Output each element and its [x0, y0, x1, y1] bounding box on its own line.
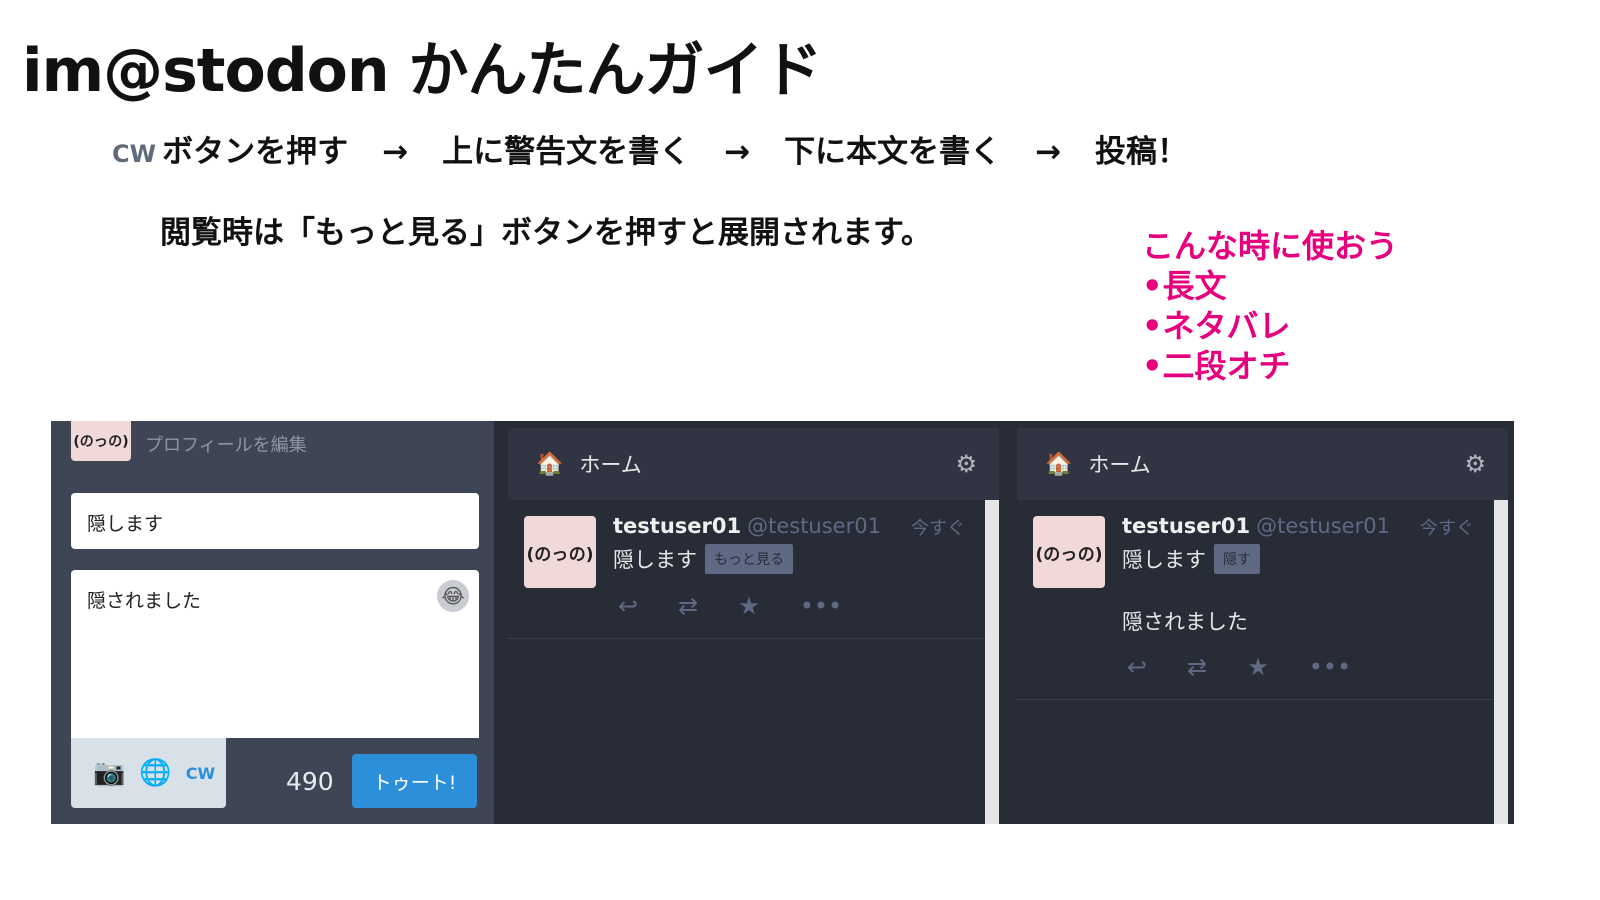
status-time[interactable]: 今すぐ [1420, 514, 1474, 540]
arrow-icon: → [382, 134, 409, 170]
display-name: testuser01 [613, 514, 742, 538]
home-icon: 🏠 [1045, 451, 1073, 477]
camera-icon[interactable]: 📷 [93, 758, 125, 788]
step-2: 上に警告文を書く [442, 134, 691, 170]
boost-icon[interactable]: ⇄ [1187, 653, 1207, 681]
status-actions: ↩ ⇄ ★ ••• [618, 592, 842, 620]
status: (のっの) testuser01 @testuser01 今すぐ 隠します 隠す … [1017, 500, 1508, 700]
home-column-expanded: 🏠 ホーム ⚙ (のっの) testuser01 @testuser01 今すぐ … [1017, 428, 1508, 824]
boost-icon[interactable]: ⇄ [678, 592, 698, 620]
reply-icon[interactable]: ↩ [618, 592, 638, 620]
cw-button[interactable]: CW [186, 764, 215, 783]
compose-drawer: (のっの) プロフィールを編集 隠します 隠されました 😂 📷 🌐 CW 490… [51, 421, 494, 824]
toot-button[interactable]: トゥート! [352, 754, 477, 808]
guide-steps: CW ボタンを押す → 上に警告文を書く → 下に本文を書く → 投稿！ [112, 126, 1188, 171]
guide-title: im@stodon かんたんガイド [22, 36, 822, 106]
more-icon[interactable]: ••• [1309, 653, 1351, 681]
mastodon-screenshot: (のっの) プロフィールを編集 隠します 隠されました 😂 📷 🌐 CW 490… [51, 421, 1514, 824]
status-author[interactable]: testuser01 @testuser01 [1122, 514, 1390, 538]
home-icon: 🏠 [536, 451, 564, 477]
show-more-button[interactable]: もっと見る [705, 544, 793, 574]
gear-icon[interactable]: ⚙ [955, 450, 977, 478]
step-4: 投稿！ [1095, 134, 1189, 170]
display-name: testuser01 [1122, 514, 1251, 538]
scrollbar[interactable] [985, 500, 999, 824]
step-3: 下に本文を書く [784, 134, 1002, 170]
column-title: ホーム [579, 453, 642, 477]
usecases-heading: こんな時に使おう [1142, 227, 1399, 265]
compose-text: 隠されました [87, 590, 202, 612]
edit-profile-link[interactable]: プロフィールを編集 [145, 431, 307, 457]
status-content: 隠されました [1122, 610, 1248, 634]
usecase-item: 二段オチ [1142, 346, 1398, 386]
account-handle: @testuser01 [1256, 514, 1390, 538]
column-title: ホーム [1088, 453, 1151, 477]
column-header[interactable]: 🏠 ホーム ⚙ [508, 428, 999, 500]
scrollbar[interactable] [1494, 500, 1508, 824]
favourite-icon[interactable]: ★ [738, 592, 760, 620]
compose-tools: 📷 🌐 CW [71, 738, 226, 808]
avatar[interactable]: (のっの) [71, 421, 131, 461]
expand-note: 閲覧時は「もっと見る」ボタンを押すと展開されます。 [160, 215, 932, 251]
column-header[interactable]: 🏠 ホーム ⚙ [1017, 428, 1508, 500]
gear-icon[interactable]: ⚙ [1464, 450, 1486, 478]
reply-icon[interactable]: ↩ [1127, 653, 1147, 681]
status: (のっの) testuser01 @testuser01 今すぐ 隠します もっと… [508, 500, 999, 639]
cw-label: CW [112, 140, 157, 168]
spoiler-text: 隠します もっと見る [613, 544, 793, 574]
avatar[interactable]: (のっの) [1033, 516, 1105, 588]
step-1: ボタンを押す [162, 134, 349, 170]
favourite-icon[interactable]: ★ [1247, 653, 1269, 681]
avatar[interactable]: (のっの) [524, 516, 596, 588]
emoji-icon[interactable]: 😂 [437, 580, 469, 612]
account-handle: @testuser01 [747, 514, 881, 538]
arrow-icon: → [724, 134, 751, 170]
compose-textarea[interactable]: 隠されました 😂 [71, 570, 479, 738]
globe-icon[interactable]: 🌐 [139, 758, 171, 788]
status-author[interactable]: testuser01 @testuser01 [613, 514, 881, 538]
cw-warning-input[interactable]: 隠します [71, 493, 479, 549]
status-actions: ↩ ⇄ ★ ••• [1127, 653, 1351, 681]
more-icon[interactable]: ••• [800, 592, 842, 620]
spoiler-label: 隠します [613, 548, 697, 572]
spoiler-label: 隠します [1122, 548, 1206, 572]
status-time[interactable]: 今すぐ [911, 514, 965, 540]
home-column-collapsed: 🏠 ホーム ⚙ (のっの) testuser01 @testuser01 今すぐ … [508, 428, 999, 824]
show-less-button[interactable]: 隠す [1214, 544, 1260, 574]
char-counter: 490 [286, 767, 334, 796]
usecase-item: 長文 [1142, 266, 1398, 306]
usecase-item: ネタバレ [1142, 306, 1398, 346]
spoiler-text: 隠します 隠す [1122, 544, 1260, 574]
arrow-icon: → [1035, 134, 1062, 170]
usecases: こんな時に使おう 長文 ネタバレ 二段オチ [1142, 226, 1398, 386]
